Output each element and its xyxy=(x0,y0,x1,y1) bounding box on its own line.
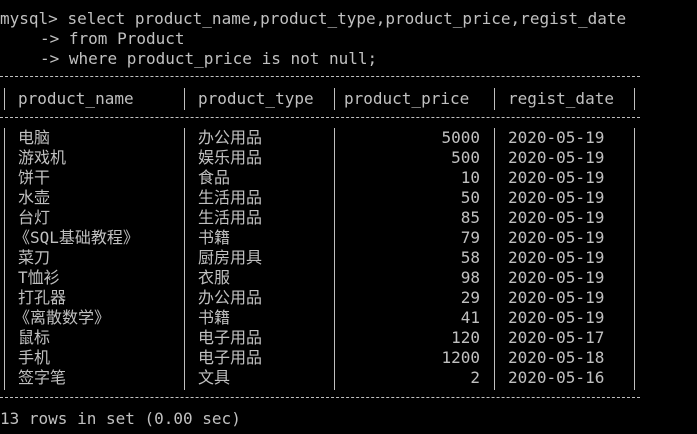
column-header-product-price: product_price xyxy=(344,89,470,108)
cell-product-price: 5000 xyxy=(441,128,480,147)
cell-product-type: 生活用品 xyxy=(198,188,263,207)
cell-regist-date: 2020-05-19 xyxy=(508,228,605,247)
cell-product-type: 电子用品 xyxy=(198,328,263,347)
cell-product-price: 500 xyxy=(451,148,480,167)
table-row: 电脑 办公用品 5000 2020-05-19 xyxy=(0,128,697,148)
cell-product-name: 饼干 xyxy=(18,168,51,187)
cell-product-price: 98 xyxy=(460,268,480,287)
table-row: 《SQL基础教程》 书籍 79 2020-05-19 xyxy=(0,228,697,248)
cell-product-price: 120 xyxy=(451,328,480,347)
cell-regist-date: 2020-05-19 xyxy=(508,308,605,327)
table-row: 签字笔 文具 2 2020-05-16 xyxy=(0,368,697,388)
cell-regist-date: 2020-05-19 xyxy=(508,168,605,187)
cell-regist-date: 2020-05-17 xyxy=(508,328,605,347)
cell-product-name: 《离散数学》 xyxy=(14,308,111,327)
cell-regist-date: 2020-05-19 xyxy=(508,268,605,287)
cell-product-price: 41 xyxy=(460,308,480,327)
query-line-2: -> from Product xyxy=(40,29,185,49)
cell-product-name: 《SQL基础教程》 xyxy=(14,228,139,247)
cell-product-name: 鼠标 xyxy=(18,328,51,347)
cell-regist-date: 2020-05-19 xyxy=(508,188,605,207)
cell-regist-date: 2020-05-19 xyxy=(508,148,605,167)
cell-product-name: 打孔器 xyxy=(18,288,67,307)
cell-product-type: 厨房用具 xyxy=(198,248,263,267)
cell-product-type: 文具 xyxy=(198,368,231,387)
cell-regist-date: 2020-05-19 xyxy=(508,248,605,267)
table-row: 《离散数学》 书籍 41 2020-05-19 xyxy=(0,308,697,328)
cell-product-price: 2 xyxy=(470,368,480,387)
cell-regist-date: 2020-05-18 xyxy=(508,348,605,367)
table-row: 菜刀 厨房用具 58 2020-05-19 xyxy=(0,248,697,268)
table-bottom-border xyxy=(0,397,640,398)
cell-product-name: 水壶 xyxy=(18,188,51,207)
table-row: 手机 电子用品 1200 2020-05-18 xyxy=(0,348,697,368)
cell-product-type: 书籍 xyxy=(198,228,231,247)
cell-product-price: 85 xyxy=(460,208,480,227)
mysql-prompt: mysql> xyxy=(0,9,58,28)
query-text-2: from Product xyxy=(68,29,185,48)
cell-product-name: 游戏机 xyxy=(18,148,67,167)
table-row: 鼠标 电子用品 120 2020-05-17 xyxy=(0,328,697,348)
query-text-3: where product_price is not null; xyxy=(68,49,378,68)
column-header-regist-date: regist_date xyxy=(508,89,614,108)
table-row: 饼干 食品 10 2020-05-19 xyxy=(0,168,697,188)
cell-product-type: 办公用品 xyxy=(198,288,263,307)
cell-regist-date: 2020-05-19 xyxy=(508,288,605,307)
cell-product-type: 办公用品 xyxy=(198,128,263,147)
table-row: 游戏机 娱乐用品 500 2020-05-19 xyxy=(0,148,697,168)
cell-product-type: 娱乐用品 xyxy=(198,148,263,167)
continuation-prompt-2: -> xyxy=(40,49,60,68)
cell-product-name: 电脑 xyxy=(18,128,51,147)
table-header-separator xyxy=(0,117,640,118)
cell-product-type: 电子用品 xyxy=(198,348,263,367)
cell-product-type: 书籍 xyxy=(198,308,231,327)
table-row: 台灯 生活用品 85 2020-05-19 xyxy=(0,208,697,228)
query-line-3: -> where product_price is not null; xyxy=(40,49,377,69)
query-text-1: select product_name,product_type,product… xyxy=(67,9,627,28)
cell-product-price: 79 xyxy=(460,228,480,247)
cell-product-name: 台灯 xyxy=(18,208,51,227)
cell-product-price: 1200 xyxy=(441,348,480,367)
table-row: T恤衫 衣服 98 2020-05-19 xyxy=(0,268,697,288)
column-header-product-name: product_name xyxy=(18,89,134,108)
status-line: 13 rows in set (0.00 sec) xyxy=(0,409,241,428)
cell-product-price: 29 xyxy=(460,288,480,307)
column-header-product-type: product_type xyxy=(198,89,314,108)
cell-product-type: 食品 xyxy=(198,168,231,187)
cell-product-price: 50 xyxy=(460,188,480,207)
continuation-prompt-1: -> xyxy=(40,29,60,48)
cell-product-type: 衣服 xyxy=(198,268,231,287)
cell-product-name: 菜刀 xyxy=(18,248,51,267)
cell-regist-date: 2020-05-19 xyxy=(508,128,605,147)
cell-product-name: 签字笔 xyxy=(18,368,67,387)
cell-product-name: 手机 xyxy=(18,348,51,367)
cell-regist-date: 2020-05-16 xyxy=(508,368,605,387)
cell-product-price: 10 xyxy=(460,168,480,187)
table-top-border xyxy=(0,76,640,77)
cell-product-price: 58 xyxy=(460,248,480,267)
cell-product-type: 生活用品 xyxy=(198,208,263,227)
table-header-row: product_name product_type product_price … xyxy=(0,89,697,109)
table-row: 打孔器 办公用品 29 2020-05-19 xyxy=(0,288,697,308)
terminal-window[interactable]: mysql> select product_name,product_type,… xyxy=(0,0,697,434)
cell-regist-date: 2020-05-19 xyxy=(508,208,605,227)
table-row: 水壶 生活用品 50 2020-05-19 xyxy=(0,188,697,208)
cell-product-name: T恤衫 xyxy=(18,268,60,287)
query-line-1: mysql> select product_name,product_type,… xyxy=(0,9,626,29)
